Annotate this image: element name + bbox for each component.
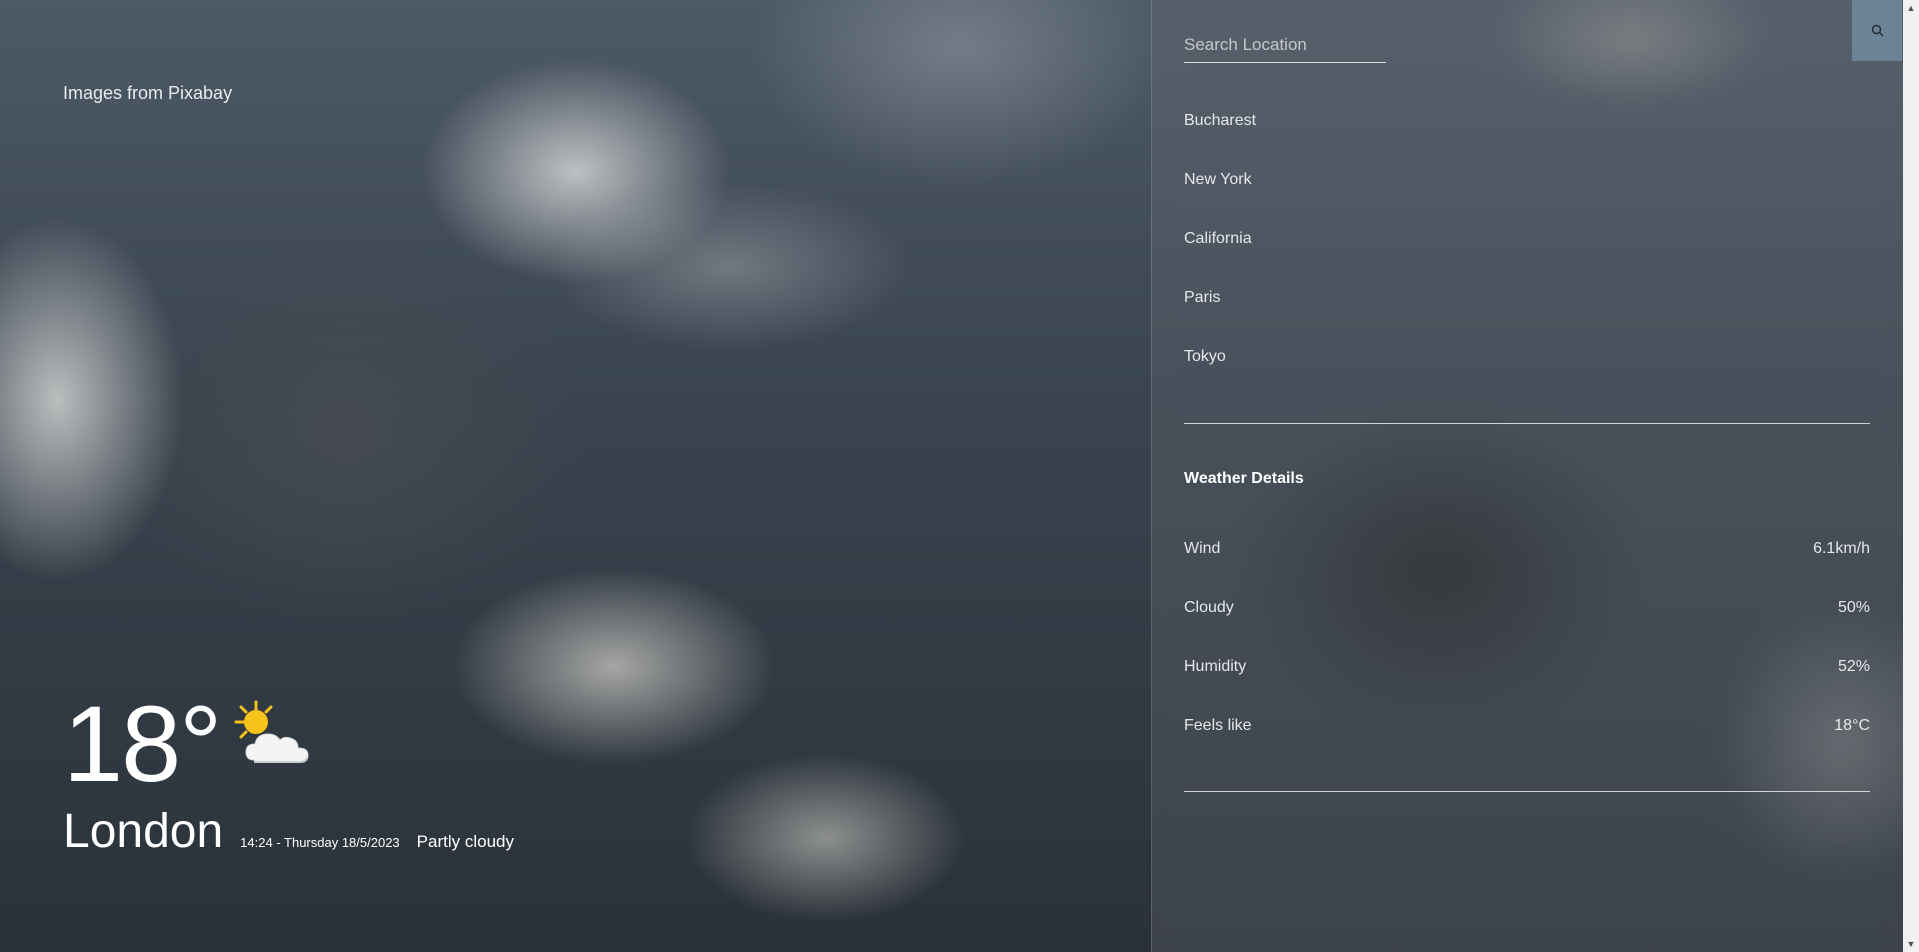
location-item-bucharest[interactable]: Bucharest [1184,108,1870,167]
location-row: London 14:24 - Thursday 18/5/2023 Partly… [63,806,514,858]
search-icon [1871,24,1883,37]
detail-label: Cloudy [1184,599,1234,616]
scroll-up-icon[interactable]: ▲ [1903,0,1919,16]
location-list: Bucharest New York California Paris Toky… [1184,108,1870,403]
divider [1184,423,1870,424]
image-credit: Images from Pixabay [63,83,233,103]
location-item-tokyo[interactable]: Tokyo [1184,344,1870,403]
location-item-paris[interactable]: Paris [1184,285,1870,344]
date-time: 14:24 - Thursday 18/5/2023 [240,835,400,850]
detail-row-humidity: Humidity 52% [1184,654,1870,713]
scrollbar[interactable]: ▲ ▼ [1903,0,1919,952]
detail-label: Feels like [1184,717,1252,734]
city-name: London [63,805,224,858]
detail-value: 6.1km/h [1813,540,1870,557]
divider [1184,791,1870,792]
detail-value: 18°C [1834,717,1870,734]
side-panel: Bucharest New York California Paris Toky… [1151,0,1904,952]
detail-row-wind: Wind 6.1km/h [1184,536,1870,595]
scroll-down-icon[interactable]: ▼ [1903,936,1919,952]
partly-cloudy-icon [234,700,309,763]
current-weather: 18° London 14:24 - Thursday 18/5/2023 Pa… [63,690,514,858]
detail-label: Wind [1184,540,1221,557]
detail-row-feels-like: Feels like 18°C [1184,713,1870,772]
search-input[interactable] [1184,28,1386,63]
temperature-row: 18° [63,690,514,798]
location-item-new-york[interactable]: New York [1184,167,1870,226]
details-title: Weather Details [1184,470,1304,487]
detail-row-cloudy: Cloudy 50% [1184,595,1870,654]
weather-details: Wind 6.1km/h Cloudy 50% Humidity 52% Fee… [1184,536,1870,772]
search-button[interactable] [1852,0,1902,61]
weather-app: Images from Pixabay 18° London 14:24 - T… [0,0,1919,952]
location-item-california[interactable]: California [1184,226,1870,285]
detail-label: Humidity [1184,658,1247,675]
temperature: 18° [63,683,222,804]
detail-value: 52% [1837,658,1870,675]
weather-condition: Partly cloudy [416,832,514,851]
detail-value: 50% [1837,599,1870,616]
